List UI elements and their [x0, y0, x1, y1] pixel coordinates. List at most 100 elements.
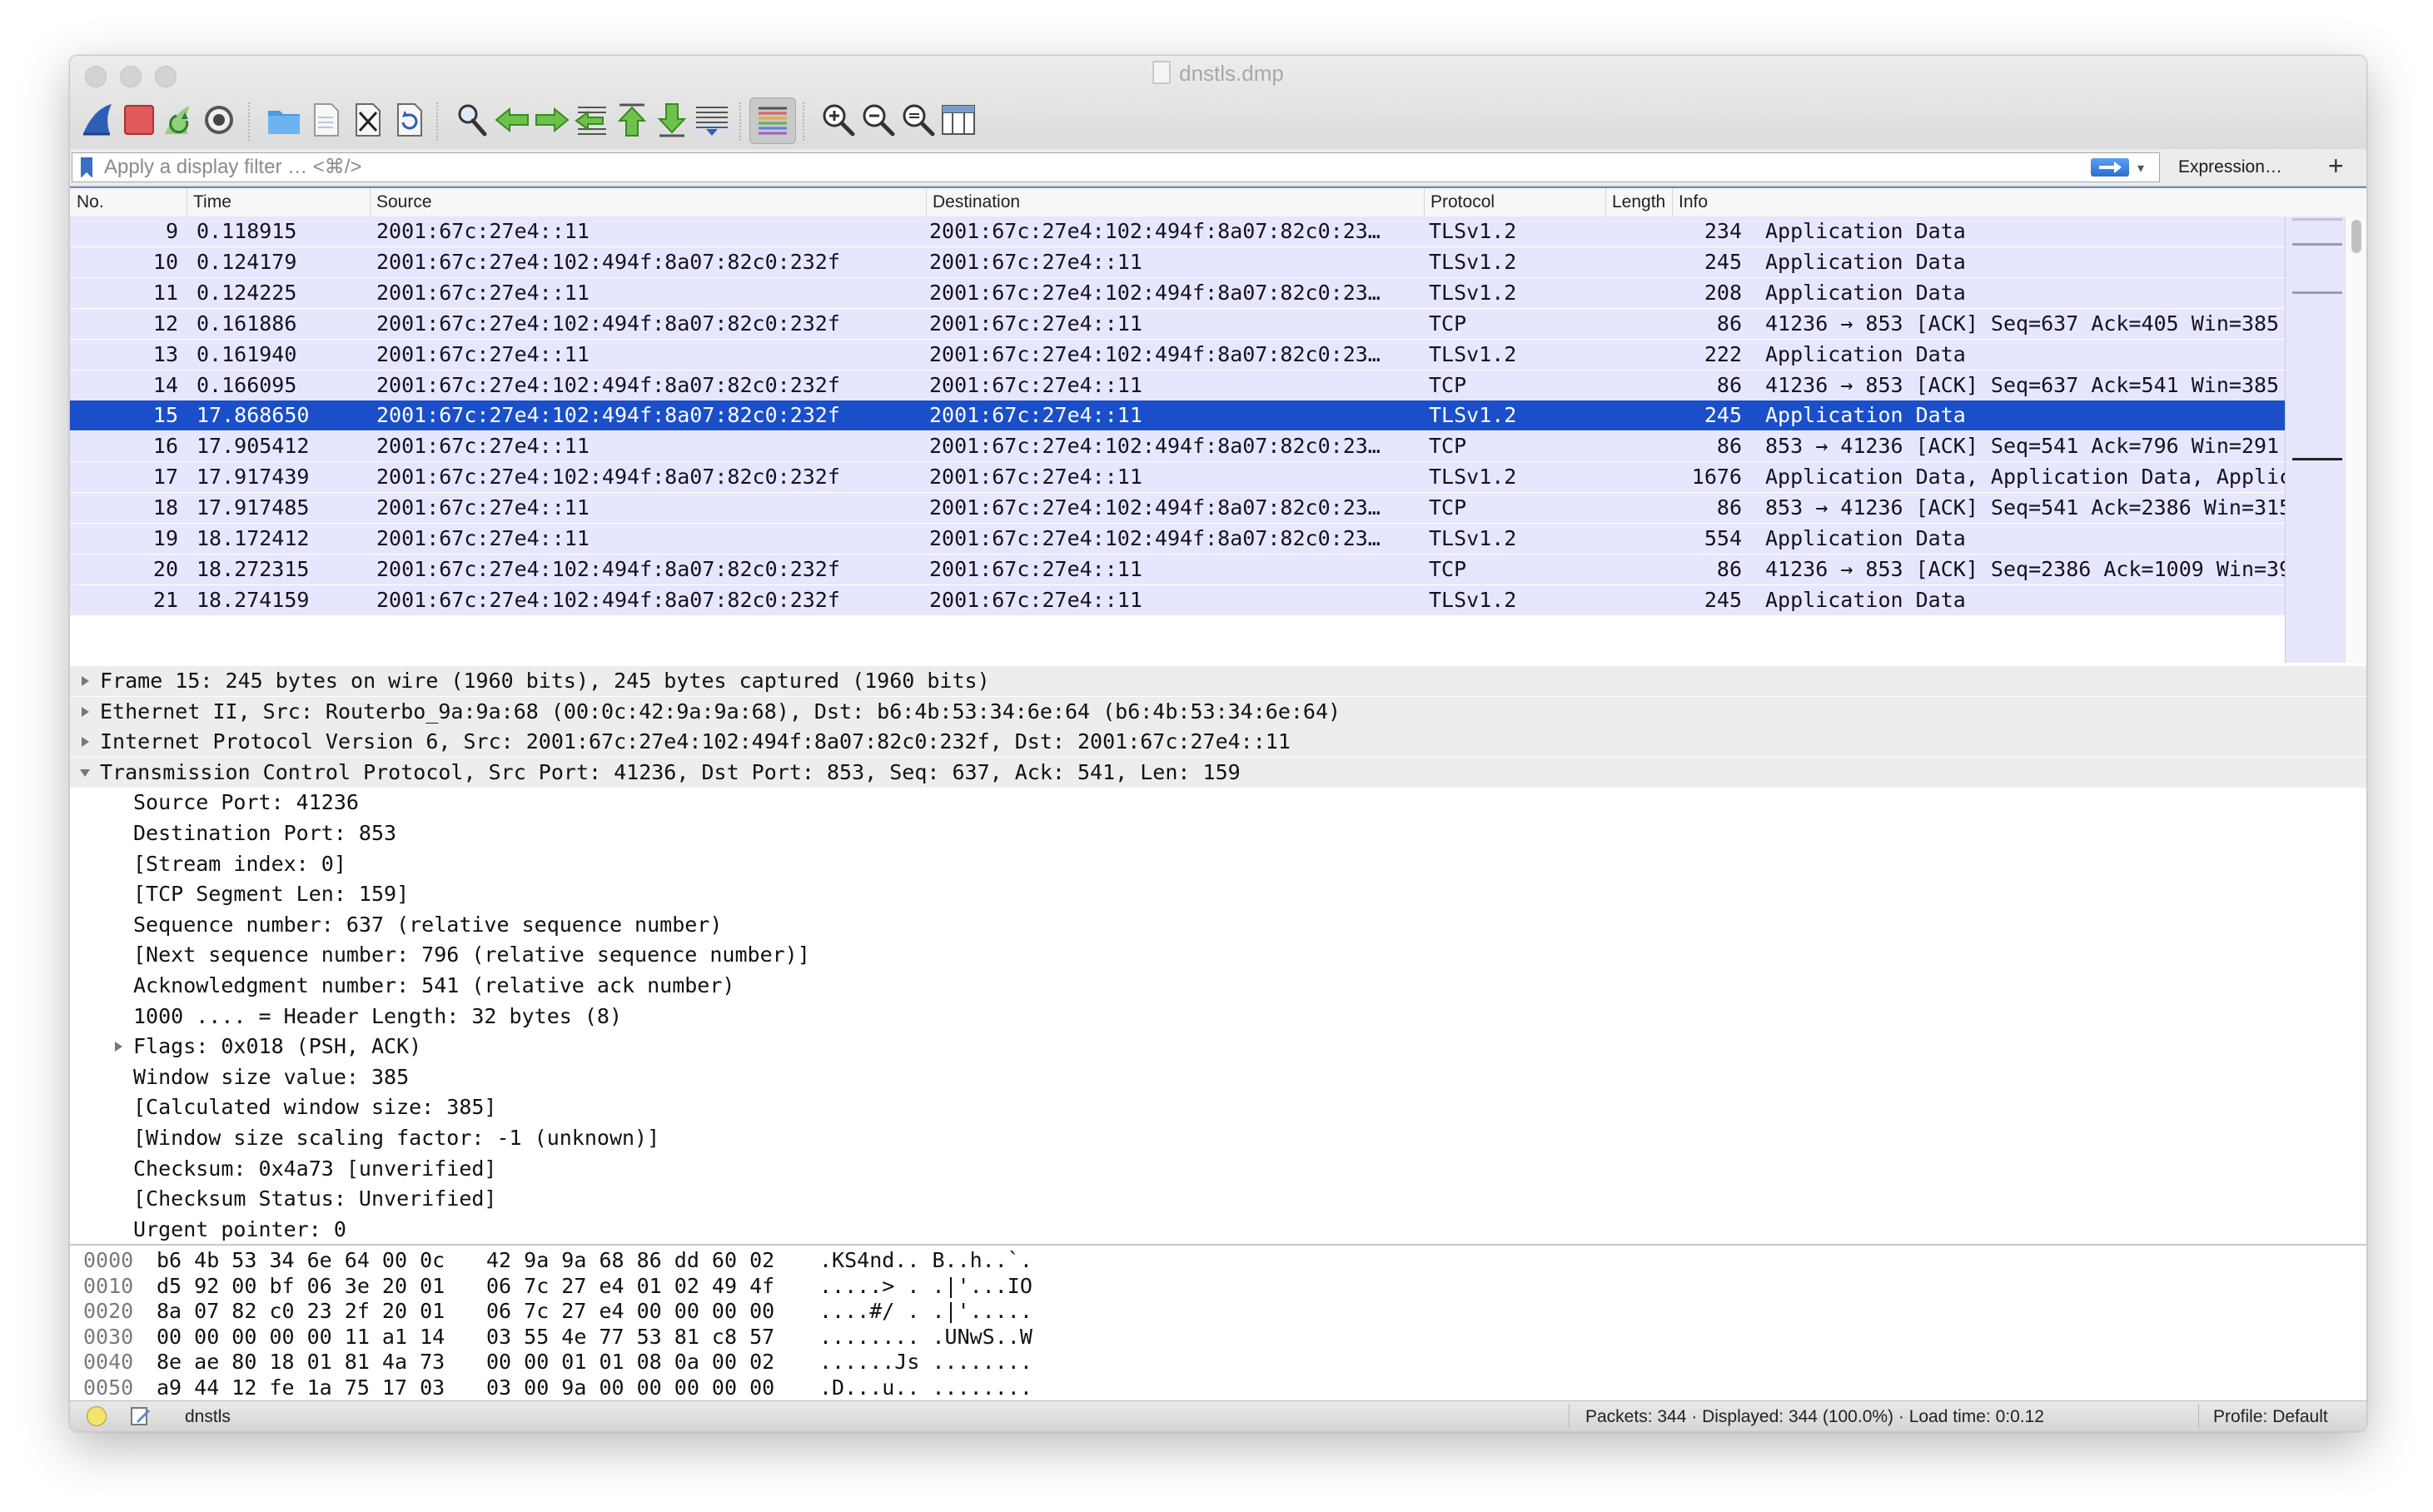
expert-info-icon[interactable]	[87, 1406, 107, 1426]
go-last-icon[interactable]	[649, 97, 694, 142]
packet-destination: 2001:67c:27e4::11	[929, 556, 1142, 581]
filter-history-dropdown[interactable]: ▾	[2137, 160, 2144, 177]
disclosure-expanded-icon[interactable]	[77, 758, 93, 788]
detail-tree-field[interactable]: [Next sequence number: 796 (relative seq…	[70, 940, 2366, 970]
disclosure-collapsed-icon[interactable]	[77, 666, 93, 696]
packet-protocol: TLSv1.2	[1429, 341, 1517, 366]
hex-offset: 0040	[83, 1350, 134, 1374]
bookmark-icon[interactable]	[81, 157, 92, 178]
packet-source: 2001:67c:27e4:102:494f:8a07:82c0:232f	[376, 372, 840, 397]
packet-source: 2001:67c:27e4::11	[376, 341, 590, 366]
detail-tree-node[interactable]: Ethernet II, Src: Routerbo_9a:9a:68 (00:…	[70, 696, 2366, 727]
packet-row[interactable]: 12 0.161886 2001:67c:27e4:102:494f:8a07:82…	[70, 308, 2285, 339]
normal-size-icon[interactable]	[896, 97, 941, 142]
profile-status[interactable]: Profile: Default	[2213, 1407, 2328, 1427]
packet-row[interactable]: 14 0.166095 2001:67c:27e4:102:494f:8a07:82…	[70, 370, 2285, 400]
zoom-out-icon[interactable]	[856, 97, 901, 142]
detail-tree-field[interactable]: Destination Port: 853	[70, 818, 2366, 848]
go-back-icon[interactable]	[490, 97, 535, 142]
hex-row[interactable]: 0000 b6 4b 53 34 6e 64 00 0c 42 9a 9a 68 8…	[70, 1248, 1236, 1273]
hex-row[interactable]: 0020 8a 07 82 c0 23 2f 20 01 06 7c 27 e4 0…	[70, 1299, 1236, 1324]
packet-destination: 2001:67c:27e4:102:494f:8a07:82c0:23…	[929, 280, 1381, 305]
packet-row[interactable]: 21 18.274159 2001:67c:27e4:102:494f:8a07:8…	[70, 584, 2285, 615]
detail-tree-field[interactable]: Acknowledgment number: 541 (relative ack…	[70, 971, 2366, 1001]
packet-row[interactable]: 13 0.161940 2001:67c:27e4::11 2001:67c:27e4…	[70, 339, 2285, 370]
scrollbar-thumb[interactable]	[2351, 220, 2361, 253]
detail-tree-field[interactable]: [Checksum Status: Unverified]	[70, 1184, 2366, 1214]
save-file-icon[interactable]	[303, 97, 348, 142]
detail-text: Frame 15: 245 bytes on wire (1960 bits),…	[100, 669, 990, 693]
minimap-selected-mark	[2292, 458, 2342, 460]
packet-length: 222	[1704, 341, 1742, 366]
close-file-icon[interactable]	[345, 97, 390, 142]
apply-filter-button[interactable]	[2091, 158, 2129, 177]
packet-number: 12	[152, 311, 178, 336]
packet-destination: 2001:67c:27e4::11	[929, 311, 1142, 336]
go-forward-icon[interactable]	[530, 97, 575, 142]
packet-row[interactable]: 17 17.917439 2001:67c:27e4:102:494f:8a07:8…	[70, 462, 2285, 493]
packet-row[interactable]: 11 0.124225 2001:67c:27e4::11 2001:67c:27e4…	[70, 277, 2285, 308]
capture-comment-icon[interactable]	[128, 1405, 152, 1431]
packet-number: 19	[152, 526, 178, 550]
detail-tree-field[interactable]: 1000 .... = Header Length: 32 bytes (8)	[70, 1002, 2366, 1032]
detail-tree-field[interactable]: [Stream index: 0]	[70, 849, 2366, 879]
open-file-icon[interactable]	[261, 97, 306, 142]
capture-options-icon[interactable]	[197, 97, 241, 142]
packet-source: 2001:67c:27e4::11	[376, 219, 590, 243]
restart-capture-icon[interactable]	[157, 97, 202, 142]
window-title-text: dnstls.dmp	[1179, 61, 1284, 86]
detail-tree-node[interactable]: Frame 15: 245 bytes on wire (1960 bits),…	[70, 666, 2366, 696]
resize-columns-icon[interactable]	[936, 97, 981, 142]
packet-row[interactable]: 16 17.905412 2001:67c:27e4::11 2001:67c:27e…	[70, 431, 2285, 462]
detail-text: Acknowledgment number: 541 (relative ack…	[133, 973, 735, 997]
detail-tree-field[interactable]: Sequence number: 637 (relative sequence …	[70, 910, 2366, 940]
detail-text: [Checksum Status: Unverified]	[133, 1186, 497, 1211]
packet-row[interactable]: 20 18.272315 2001:67c:27e4:102:494f:8a07:8…	[70, 554, 2285, 584]
detail-tree-field[interactable]: [TCP Segment Len: 159]	[70, 879, 2366, 909]
detail-tree-field[interactable]: Urgent pointer: 0	[70, 1215, 2366, 1244]
display-filter-input[interactable]	[104, 153, 2102, 182]
hex-ascii: ........ .UNwS..W	[819, 1324, 1032, 1349]
packet-number: 14	[152, 372, 178, 397]
packet-list: No. Time Source Destination Protocol Len…	[70, 187, 2366, 669]
packet-minimap[interactable]	[2285, 216, 2346, 663]
stop-capture-icon[interactable]	[117, 97, 162, 142]
add-filter-button[interactable]: +	[2328, 151, 2344, 182]
detail-tree-field[interactable]: Window size value: 385	[70, 1062, 2366, 1092]
detail-tree-field[interactable]: [Window size scaling factor: -1 (unknown…	[70, 1123, 2366, 1153]
detail-tree-node[interactable]: Internet Protocol Version 6, Src: 2001:6…	[70, 727, 2366, 758]
packet-info: Application Data	[1765, 341, 1966, 366]
hex-row[interactable]: 0010 d5 92 00 bf 06 3e 20 01 06 7c 27 e4 0…	[70, 1274, 1236, 1299]
packet-row[interactable]: 19 18.172412 2001:67c:27e4::11 2001:67c:27e…	[70, 524, 2285, 554]
colorize-icon[interactable]	[749, 97, 796, 144]
hex-row[interactable]: 0050 a9 44 12 fe 1a 75 17 03 03 00 9a 00 0…	[70, 1375, 1236, 1400]
expression-button[interactable]: Expression…	[2178, 157, 2282, 177]
go-first-icon[interactable]	[609, 97, 654, 142]
detail-text: 1000 .... = Header Length: 32 bytes (8)	[133, 1003, 622, 1028]
packet-list-scrollbar[interactable]	[2345, 216, 2366, 663]
packet-info: 41236 → 853 [ACK] Seq=637 Ack=541 Win=38…	[1765, 372, 2285, 397]
disclosure-collapsed-icon[interactable]	[77, 727, 93, 757]
packet-row[interactable]: 9 0.118915 2001:67c:27e4::11 2001:67c:27e4:…	[70, 216, 2285, 246]
detail-tree-field[interactable]: Flags: 0x018 (PSH, ACK)	[70, 1032, 2366, 1062]
hex-row[interactable]: 0040 8e ae 80 18 01 81 4a 73 00 00 01 01 0…	[70, 1350, 1236, 1375]
toolbar-separator	[803, 102, 804, 141]
zoom-in-icon[interactable]	[816, 97, 861, 142]
detail-tree-field[interactable]: Source Port: 41236	[70, 788, 2366, 818]
start-capture-icon[interactable]	[77, 97, 122, 142]
packet-row[interactable]: 15 17.868650 2001:67c:27e4:102:494f:8a07:8…	[70, 400, 2285, 431]
detail-tree-field[interactable]: Checksum: 0x4a73 [unverified]	[70, 1154, 2366, 1184]
detail-tree-node[interactable]: Transmission Control Protocol, Src Port:…	[70, 757, 2366, 788]
detail-tree-field[interactable]: [Calculated window size: 385]	[70, 1092, 2366, 1122]
go-to-packet-icon[interactable]	[570, 97, 614, 142]
toolbar-separator	[248, 102, 250, 141]
packet-row[interactable]: 18 17.917485 2001:67c:27e4::11 2001:67c:27e…	[70, 493, 2285, 524]
find-packet-icon[interactable]	[450, 97, 495, 142]
hex-row[interactable]: 0030 00 00 00 00 00 11 a1 14 03 55 4e 77 5…	[70, 1325, 1236, 1350]
reload-file-icon[interactable]	[386, 97, 431, 142]
packet-row[interactable]: 10 0.124179 2001:67c:27e4:102:494f:8a07:82…	[70, 246, 2285, 277]
disclosure-collapsed-icon[interactable]	[110, 1032, 127, 1062]
packet-length: 554	[1704, 526, 1742, 550]
disclosure-collapsed-icon[interactable]	[77, 697, 93, 727]
autoscroll-icon[interactable]	[689, 97, 734, 142]
